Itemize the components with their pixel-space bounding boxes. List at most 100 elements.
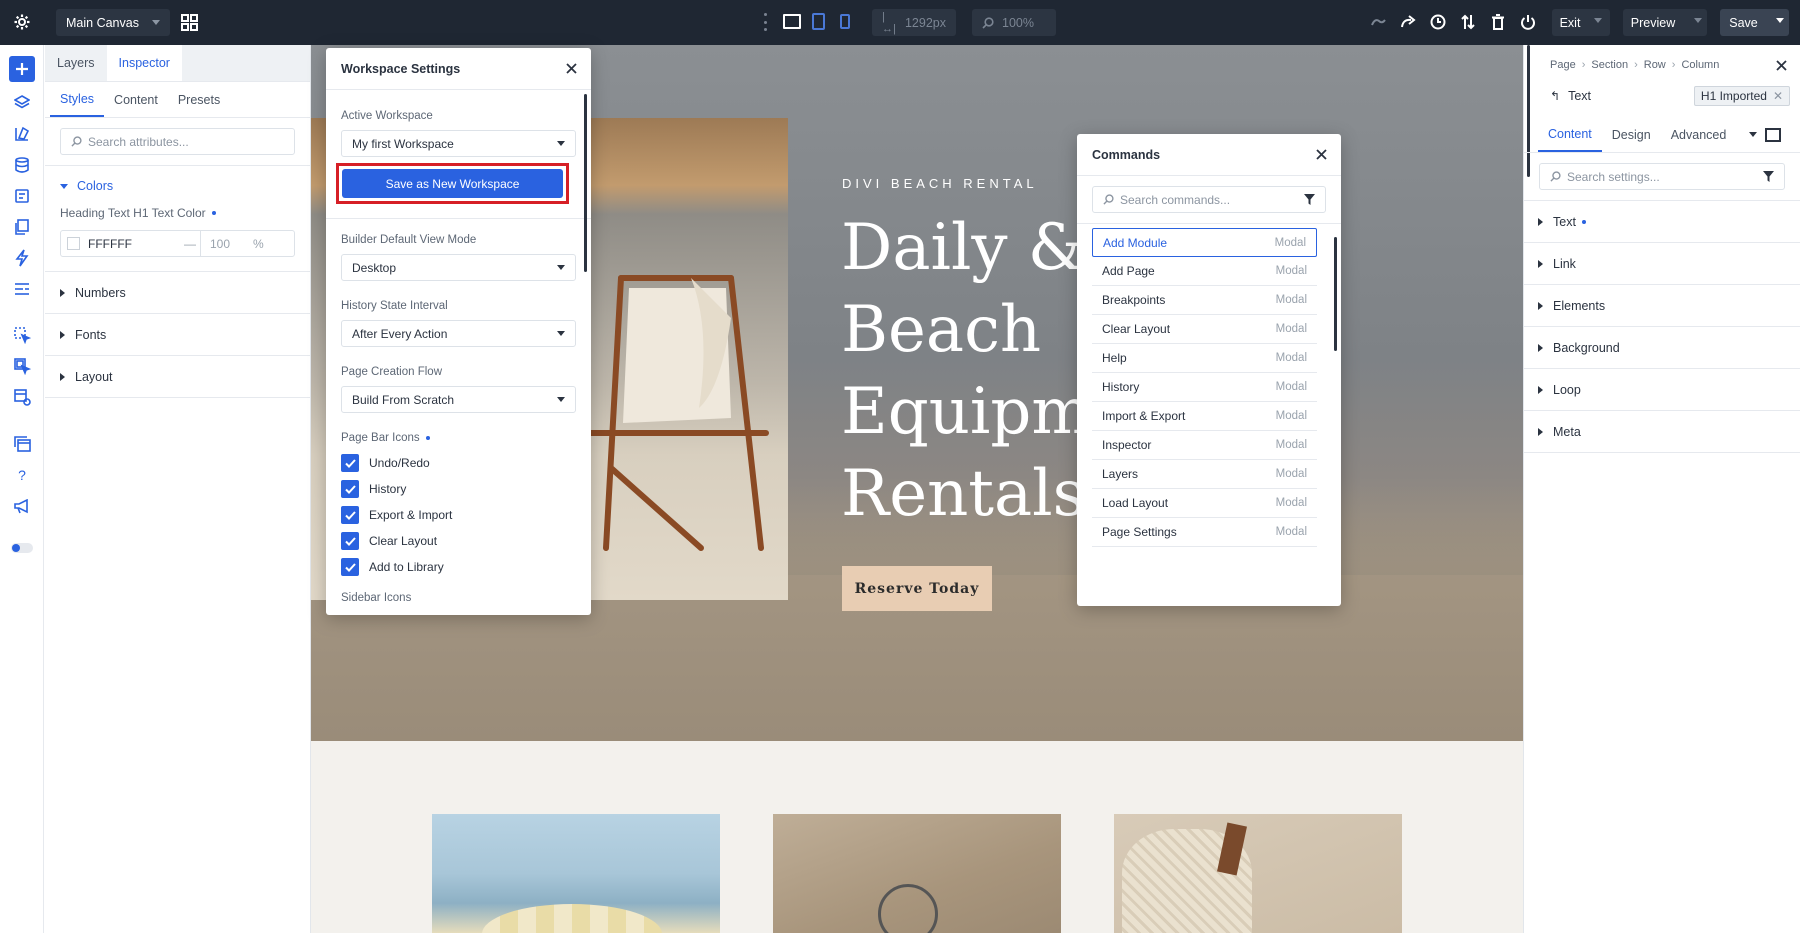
bag-sand-image[interactable] [1114,814,1402,933]
colors-section-header[interactable]: Colors [45,166,310,206]
command-item[interactable]: Breakpoints Modal [1092,286,1317,315]
exit-dropdown-icon[interactable] [1594,18,1602,23]
library-icon[interactable] [12,124,32,144]
active-workspace-select[interactable]: My first Workspace [341,130,576,157]
theme-toggle[interactable] [11,543,33,553]
settings-section-elements[interactable]: Elements [1524,285,1800,327]
history-interval-select[interactable]: After Every Action [341,320,576,347]
page-creation-flow-select[interactable]: Build From Scratch [341,386,576,413]
commands-search-input[interactable]: Search commands... [1092,186,1326,213]
multi-select-icon[interactable] [12,356,32,376]
settings-section-link[interactable]: Link [1524,243,1800,285]
opacity-value[interactable]: 100 [201,237,253,251]
save-as-new-workspace-button[interactable]: Save as New Workspace [342,169,563,198]
back-arrow-icon[interactable]: ↰ [1550,89,1560,103]
filter-icon[interactable] [1304,194,1315,205]
lines-icon[interactable] [12,279,32,299]
subtab-styles[interactable]: Styles [50,82,105,117]
tab-advanced[interactable]: Advanced [1661,117,1737,152]
phone-view-icon[interactable] [840,14,850,29]
filter-icon[interactable] [1763,171,1774,182]
command-item[interactable]: Help Modal [1092,344,1317,373]
preview-dropdown-icon[interactable] [1694,18,1702,23]
command-item[interactable]: Layers Modal [1092,460,1317,489]
undo-icon[interactable] [1368,12,1388,32]
trash-icon[interactable] [1488,12,1508,32]
help-question-icon[interactable]: ? [12,465,32,485]
right-panel-scrollbar[interactable] [1527,45,1530,177]
attribute-search-input[interactable]: Search attributes... [60,128,295,155]
view-mode-select[interactable]: Desktop [341,254,576,281]
modal-scrollbar[interactable] [584,94,587,272]
layout-settings-icon[interactable] [12,387,32,407]
command-item[interactable]: Add Page Modal [1092,257,1317,286]
checkbox-checked-icon[interactable] [341,454,359,472]
redo-icon[interactable] [1398,12,1418,32]
export-import-icon[interactable] [1458,12,1478,32]
fonts-section[interactable]: Fonts [45,314,310,356]
breadcrumb-column[interactable]: Column [1681,59,1719,71]
canvas-select[interactable]: Main Canvas [56,9,170,36]
tab-inspector[interactable]: Inspector [106,45,182,81]
checkbox-row-export-import[interactable]: Export & Import [341,502,576,528]
breadcrumb-row[interactable]: Row [1644,59,1666,71]
settings-search-input[interactable]: Search settings... [1539,163,1785,190]
drag-handle-icon[interactable] [764,13,767,31]
command-item[interactable]: Page Settings Modal [1092,518,1317,547]
pages-icon[interactable] [12,217,32,237]
expand-panel-icon[interactable] [1765,128,1781,142]
page-settings-icon[interactable] [12,186,32,206]
desktop-view-icon[interactable] [783,14,801,29]
checkbox-row-clear-layout[interactable]: Clear Layout [341,528,576,554]
rackets-sand-image[interactable] [773,814,1061,933]
checkbox-checked-icon[interactable] [341,506,359,524]
command-item[interactable]: Clear Layout Modal [1092,315,1317,344]
history-clock-icon[interactable] [1428,12,1448,32]
save-dropdown-icon[interactable] [1776,18,1784,23]
add-plus-icon[interactable] [9,56,35,82]
close-icon[interactable] [566,63,577,74]
database-icon[interactable] [12,155,32,175]
grid-view-icon[interactable] [179,12,199,32]
settings-section-loop[interactable]: Loop [1524,369,1800,411]
checkbox-row-add-to-library[interactable]: Add to Library [341,554,576,580]
layout-section[interactable]: Layout [45,356,310,398]
windows-icon[interactable] [12,434,32,454]
remove-preset-icon[interactable]: ✕ [1773,89,1783,103]
close-icon[interactable] [1316,149,1327,160]
commands-scrollbar[interactable] [1334,237,1337,351]
zoom-input[interactable]: 100% [972,9,1056,36]
breadcrumb-section[interactable]: Section [1591,59,1628,71]
tablet-view-icon[interactable] [812,13,825,30]
settings-gear-icon[interactable] [12,12,32,32]
breadcrumb-page[interactable]: Page [1550,59,1576,71]
command-item[interactable]: Import & Export Modal [1092,402,1317,431]
tab-design[interactable]: Design [1602,117,1661,152]
color-swatch[interactable] [67,237,80,250]
hero-heading[interactable]: Daily & Beach Equipm Rentals [841,207,1092,535]
command-item[interactable]: History Modal [1092,373,1317,402]
announcement-megaphone-icon[interactable] [12,496,32,516]
tab-content[interactable]: Content [1538,117,1602,152]
checkbox-checked-icon[interactable] [341,558,359,576]
subtab-presets[interactable]: Presets [168,82,230,117]
checkbox-checked-icon[interactable] [341,480,359,498]
tabs-more-chevron-icon[interactable] [1749,132,1757,137]
width-input[interactable]: |↔| 1292px [872,9,956,36]
settings-section-text[interactable]: Text [1524,201,1800,243]
close-icon[interactable] [1776,60,1787,71]
numbers-section[interactable]: Numbers [45,272,310,314]
settings-section-background[interactable]: Background [1524,327,1800,369]
command-item[interactable]: Add Module Modal [1092,228,1317,257]
checkbox-row-undo-redo[interactable]: Undo/Redo [341,450,576,476]
tab-layers[interactable]: Layers [45,45,107,81]
power-icon[interactable] [1518,12,1538,32]
preset-badge[interactable]: H1 Imported ✕ [1693,86,1790,106]
checkbox-checked-icon[interactable] [341,532,359,550]
settings-section-meta[interactable]: Meta [1524,411,1800,453]
reserve-today-button[interactable]: Reserve Today [842,566,992,611]
umbrella-image[interactable] [432,814,720,933]
layers-icon[interactable] [12,93,32,113]
command-item[interactable]: Load Layout Modal [1092,489,1317,518]
color-hex-value[interactable]: FFFFFF [88,237,184,251]
